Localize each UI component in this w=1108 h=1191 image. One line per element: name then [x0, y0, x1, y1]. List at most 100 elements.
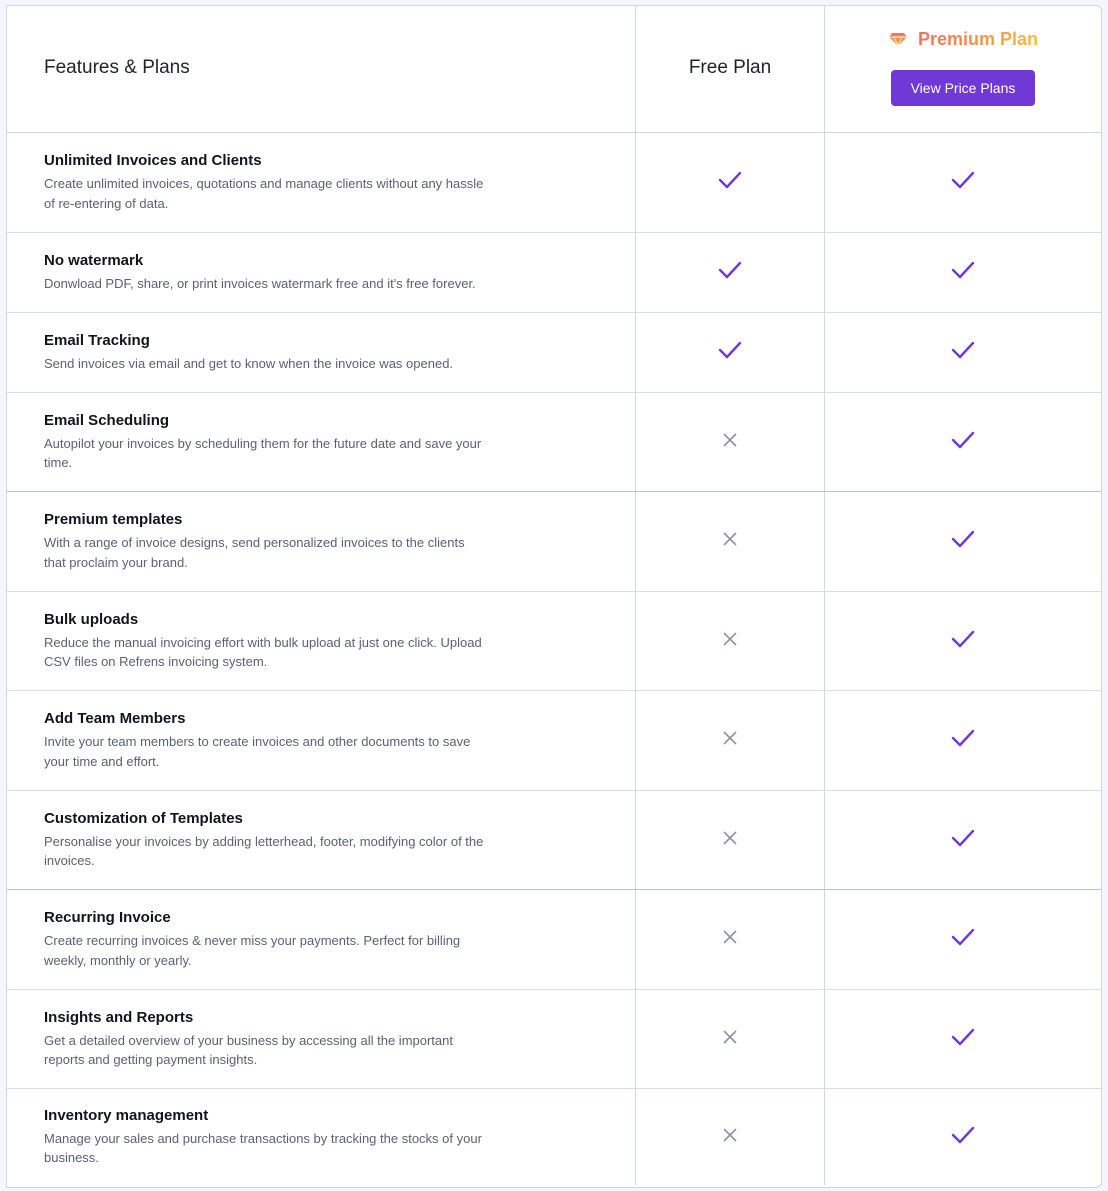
feature-rows: Unlimited Invoices and Clients Create unl… [7, 133, 1101, 1185]
free-plan-cell [636, 492, 825, 591]
cross-icon [722, 1029, 738, 1050]
feature-row: No watermark Donwload PDF, share, or prin… [7, 233, 1101, 313]
free-plan-cell [636, 1089, 825, 1185]
feature-row: Premium templates With a range of invoice… [7, 492, 1101, 592]
check-icon [718, 171, 742, 194]
feature-description: Invite your team members to create invoi… [44, 734, 471, 769]
free-plan-cell [636, 890, 825, 989]
feature-cell: Inventory management Manage your sales an… [7, 1089, 636, 1185]
feature-row: Bulk uploads Reduce the manual invoicing … [7, 592, 1101, 691]
feature-cell: Email Tracking Send invoices via email an… [7, 313, 636, 392]
features-plans-heading: Features & Plans [44, 57, 190, 78]
check-icon [951, 829, 975, 852]
premium-plan-cell [825, 990, 1101, 1088]
premium-plan-cell [825, 691, 1101, 790]
feature-title: Premium templates [44, 511, 183, 528]
check-icon [951, 530, 975, 553]
feature-description: Send invoices via email and get to know … [44, 355, 454, 371]
diamond-icon [888, 31, 908, 47]
cross-icon [722, 929, 738, 950]
premium-plan-cell [825, 393, 1101, 491]
feature-description: Donwload PDF, share, or print invoices w… [44, 275, 476, 291]
premium-plan-label: Premium Plan [917, 28, 1039, 49]
feature-row: Add Team Members Invite your team members… [7, 691, 1101, 791]
premium-plan-heading: Premium Plan [888, 29, 1038, 50]
feature-title: Customization of Templates [44, 809, 243, 827]
check-icon [951, 171, 975, 194]
free-plan-header-cell: Free Plan [636, 6, 825, 132]
premium-plan-cell [825, 233, 1101, 312]
feature-cell: Premium templates With a range of invoice… [7, 492, 636, 591]
feature-title: No watermark [44, 251, 144, 269]
feature-row: Email Scheduling Autopilot your invoices … [7, 393, 1101, 492]
feature-cell: Insights and Reports Get a detailed overv… [7, 990, 636, 1088]
feature-title: Insights and Reports [44, 1008, 194, 1026]
feature-description: Reduce the manual invoicing effort with … [44, 634, 482, 670]
check-icon [718, 341, 742, 364]
feature-cell: Customization of Templates Personalise yo… [7, 791, 636, 889]
feature-cell: Unlimited Invoices and Clients Create unl… [7, 133, 636, 232]
check-icon [718, 261, 742, 284]
check-icon [951, 1028, 975, 1051]
feature-description: With a range of invoice designs, send pe… [44, 535, 465, 570]
free-plan-cell [636, 313, 825, 392]
cross-icon [722, 631, 738, 652]
free-plan-cell [636, 990, 825, 1088]
cross-icon [722, 531, 738, 552]
check-icon [951, 431, 975, 454]
premium-plan-cell [825, 890, 1101, 989]
premium-plan-cell [825, 592, 1101, 690]
table-header: Features & Plans Free Plan Premium Plan … [7, 6, 1101, 133]
view-price-plans-button[interactable]: View Price Plans [891, 69, 1035, 106]
feature-title: Unlimited Invoices and Clients [44, 152, 262, 169]
check-icon [951, 928, 975, 951]
check-icon [951, 630, 975, 653]
feature-title: Add Team Members [44, 710, 186, 727]
feature-description: Autopilot your invoices by scheduling th… [44, 435, 482, 471]
feature-cell: Email Scheduling Autopilot your invoices … [7, 393, 636, 491]
cross-icon [722, 1127, 738, 1148]
free-plan-cell [636, 233, 825, 312]
feature-title: Email Tracking [44, 331, 150, 349]
features-header-cell: Features & Plans [7, 6, 636, 132]
free-plan-cell [636, 393, 825, 491]
free-plan-cell [636, 791, 825, 889]
cross-icon [722, 730, 738, 751]
feature-title: Email Scheduling [44, 411, 170, 429]
free-plan-cell [636, 592, 825, 690]
free-plan-cell [636, 691, 825, 790]
feature-description: Manage your sales and purchase transacti… [44, 1130, 482, 1166]
feature-row: Insights and Reports Get a detailed overv… [7, 990, 1101, 1089]
feature-cell: No watermark Donwload PDF, share, or prin… [7, 233, 636, 312]
check-icon [951, 729, 975, 752]
cross-icon [722, 432, 738, 453]
features-comparison-table: Features & Plans Free Plan Premium Plan … [6, 5, 1102, 1188]
feature-cell: Recurring Invoice Create recurring invoic… [7, 890, 636, 989]
check-icon [951, 341, 975, 364]
premium-plan-cell [825, 1089, 1101, 1185]
premium-plan-cell [825, 313, 1101, 392]
feature-description: Create unlimited invoices, quotations an… [44, 176, 484, 211]
feature-row: Inventory management Manage your sales an… [7, 1089, 1101, 1185]
feature-description: Personalise your invoices by adding lett… [44, 833, 484, 869]
free-plan-heading: Free Plan [688, 57, 772, 78]
feature-description: Get a detailed overview of your business… [44, 1032, 453, 1068]
premium-plan-cell [825, 133, 1101, 232]
feature-row: Unlimited Invoices and Clients Create unl… [7, 133, 1101, 233]
feature-description: Create recurring invoices & never miss y… [44, 933, 461, 968]
feature-title: Inventory management [44, 1106, 209, 1124]
feature-title: Bulk uploads [44, 610, 139, 628]
feature-cell: Add Team Members Invite your team members… [7, 691, 636, 790]
check-icon [951, 1126, 975, 1149]
feature-row: Customization of Templates Personalise yo… [7, 791, 1101, 890]
cross-icon [722, 830, 738, 851]
free-plan-cell [636, 133, 825, 232]
premium-plan-cell [825, 791, 1101, 889]
premium-plan-header-cell: Premium Plan View Price Plans [825, 6, 1101, 132]
feature-row: Email Tracking Send invoices via email an… [7, 313, 1101, 393]
premium-plan-cell [825, 492, 1101, 591]
feature-row: Recurring Invoice Create recurring invoic… [7, 890, 1101, 990]
feature-title: Recurring Invoice [44, 909, 171, 926]
feature-cell: Bulk uploads Reduce the manual invoicing … [7, 592, 636, 690]
check-icon [951, 261, 975, 284]
